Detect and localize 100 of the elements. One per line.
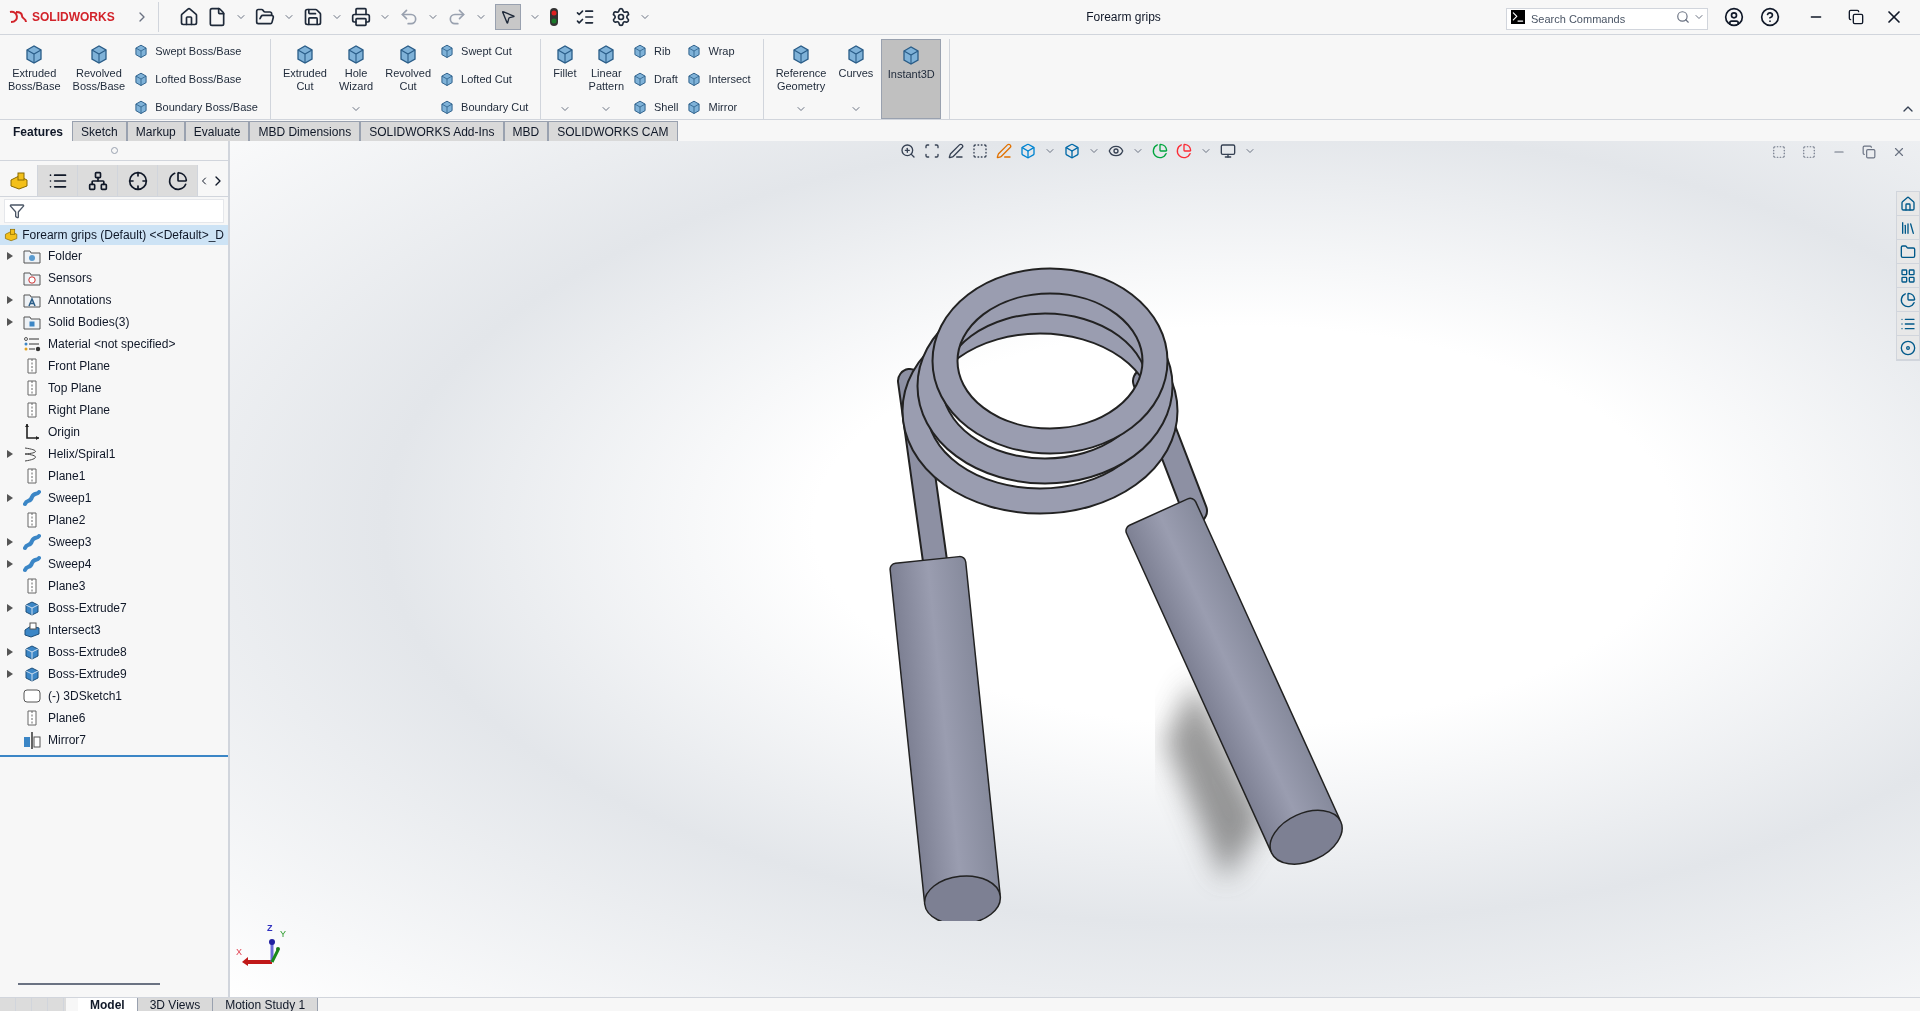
ribbon-button[interactable]: Instant3D: [881, 39, 942, 119]
tree-item[interactable]: Mirror7: [0, 729, 228, 751]
tree-root-item[interactable]: Forearm grips (Default) <<Default>_D: [0, 225, 228, 245]
restore-icon[interactable]: [1848, 9, 1864, 25]
panel-tab[interactable]: [78, 165, 118, 196]
library-icon[interactable]: [1900, 219, 1916, 236]
ribbon-button[interactable]: Mirror: [686, 98, 751, 115]
account-icon[interactable]: [1724, 7, 1744, 27]
filter-field[interactable]: [4, 199, 224, 223]
tree-item[interactable]: Folder: [0, 245, 228, 267]
expand-arrow-icon[interactable]: [7, 450, 13, 458]
command-tab[interactable]: MBD Dimensions: [249, 121, 361, 141]
settings-icon[interactable]: [611, 7, 631, 27]
file-properties-icon[interactable]: [575, 7, 595, 27]
ribbon-button[interactable]: Intersect: [686, 70, 751, 88]
command-tab[interactable]: Sketch: [72, 121, 127, 141]
command-tab[interactable]: Markup: [126, 121, 185, 141]
ribbon-button[interactable]: Reference Geometry: [771, 39, 831, 119]
zoom-to-area-icon[interactable]: [924, 143, 940, 159]
new-document-icon[interactable]: [207, 7, 227, 27]
viewport-close-icon[interactable]: [1892, 145, 1906, 159]
ribbon-button[interactable]: Curves: [834, 39, 878, 119]
zoom-to-fit-icon[interactable]: [900, 143, 916, 159]
tree-item[interactable]: Plane1: [0, 465, 228, 487]
view-orientation-icon[interactable]: [1020, 143, 1036, 159]
tree-item[interactable]: Sweep4: [0, 553, 228, 575]
open-icon[interactable]: [255, 7, 275, 27]
expand-arrow-icon[interactable]: [7, 318, 13, 326]
expand-arrow-icon[interactable]: [7, 538, 13, 546]
ribbon-button[interactable]: Draft: [632, 70, 679, 88]
expand-arrow-icon[interactable]: [7, 648, 13, 656]
tree-item[interactable]: Origin: [0, 421, 228, 443]
dynamic-annotation-icon[interactable]: [996, 143, 1012, 159]
ribbon-button[interactable]: Extruded Boss/Base: [4, 39, 65, 119]
extrude-icon: [23, 665, 41, 683]
tree-item[interactable]: Plane3: [0, 575, 228, 597]
tree-item[interactable]: Sweep1: [0, 487, 228, 509]
ribbon-button[interactable]: Extruded Cut: [278, 39, 331, 119]
viewport-restore-icon[interactable]: [1862, 145, 1876, 159]
ribbon-button[interactable]: Lofted Boss/Base: [133, 70, 258, 88]
command-tab[interactable]: MBD: [503, 121, 549, 141]
save-icon[interactable]: [303, 7, 323, 27]
tree-item[interactable]: Boss-Extrude8: [0, 641, 228, 663]
tree-item[interactable]: Boss-Extrude7: [0, 597, 228, 619]
solid-bodies-icon: [23, 313, 41, 331]
tree-item[interactable]: (-) 3DSketch1: [0, 685, 228, 707]
display-style-icon[interactable]: [1064, 143, 1080, 159]
expand-arrow-icon[interactable]: [7, 670, 13, 678]
tree-item[interactable]: Solid Bodies(3): [0, 311, 228, 333]
horizontal-scrollbar[interactable]: [18, 983, 160, 985]
tree-item[interactable]: Top Plane: [0, 377, 228, 399]
disc-icon[interactable]: [1900, 339, 1916, 356]
traffic-light-icon[interactable]: [549, 7, 559, 27]
bottom-tab[interactable]: 3D Views: [137, 998, 214, 1011]
tree-item[interactable]: Annotations: [0, 289, 228, 311]
ribbon-button[interactable]: Shell: [632, 98, 679, 115]
expand-arrow-icon[interactable]: [7, 494, 13, 502]
bottom-tab[interactable]: Motion Study 1: [213, 998, 319, 1011]
ribbon-button[interactable]: Boundary Boss/Base: [133, 98, 258, 115]
ribbon-button[interactable]: Swept Cut: [439, 43, 529, 60]
expand-arrow-icon[interactable]: [7, 604, 13, 612]
search-commands-field[interactable]: Search Commands: [1506, 8, 1708, 30]
ribbon-button[interactable]: Boundary Cut: [439, 98, 529, 115]
ribbon-button[interactable]: Rib: [632, 43, 679, 60]
command-tab[interactable]: Evaluate: [184, 121, 250, 141]
tree-item[interactable]: Right Plane: [0, 399, 228, 421]
expand-arrow-icon[interactable]: [7, 296, 13, 304]
hide-show-icon[interactable]: [1108, 143, 1124, 159]
panel-tab[interactable]: [158, 165, 198, 196]
panel-tab[interactable]: [118, 165, 158, 196]
command-tab[interactable]: SOLIDWORKS CAM: [548, 121, 678, 141]
help-icon[interactable]: [1760, 7, 1780, 27]
tree-item[interactable]: Boss-Extrude9: [0, 663, 228, 685]
tree-item[interactable]: Sweep3: [0, 531, 228, 553]
print-icon[interactable]: [351, 7, 371, 27]
select-tool-button[interactable]: [495, 4, 521, 30]
ribbon-button[interactable]: Hole Wizard: [334, 39, 378, 119]
tree-item[interactable]: Sensors: [0, 267, 228, 289]
ribbon-button[interactable]: Revolved Cut: [381, 39, 436, 119]
tree-item[interactable]: Helix/Spiral1: [0, 443, 228, 465]
tree-item[interactable]: Intersect3: [0, 619, 228, 641]
folder-icon[interactable]: [1900, 243, 1916, 260]
ribbon-button[interactable]: Linear Pattern: [584, 39, 628, 119]
tree-item[interactable]: Material <not specified>: [0, 333, 228, 355]
tree-item[interactable]: Front Plane: [0, 355, 228, 377]
bottom-tab[interactable]: Model: [78, 998, 138, 1011]
expand-arrow-icon[interactable]: [7, 560, 13, 568]
home-icon[interactable]: [179, 7, 199, 27]
view-settings-icon[interactable]: [1220, 143, 1236, 159]
expand-arrow-icon[interactable]: [7, 252, 13, 260]
ribbon-button[interactable]: Wrap: [686, 43, 751, 60]
command-tab[interactable]: SOLIDWORKS Add-Ins: [360, 121, 504, 141]
ribbon-button[interactable]: Fillet: [549, 39, 581, 119]
panel-tab[interactable]: [38, 165, 78, 196]
ribbon-button[interactable]: Revolved Boss/Base: [68, 39, 130, 119]
tree-item[interactable]: Plane6: [0, 707, 228, 729]
tree-item[interactable]: Plane2: [0, 509, 228, 531]
ribbon-button[interactable]: Swept Boss/Base: [133, 43, 258, 60]
ribbon-button[interactable]: Lofted Cut: [439, 70, 529, 88]
feature-icon: [439, 98, 456, 115]
